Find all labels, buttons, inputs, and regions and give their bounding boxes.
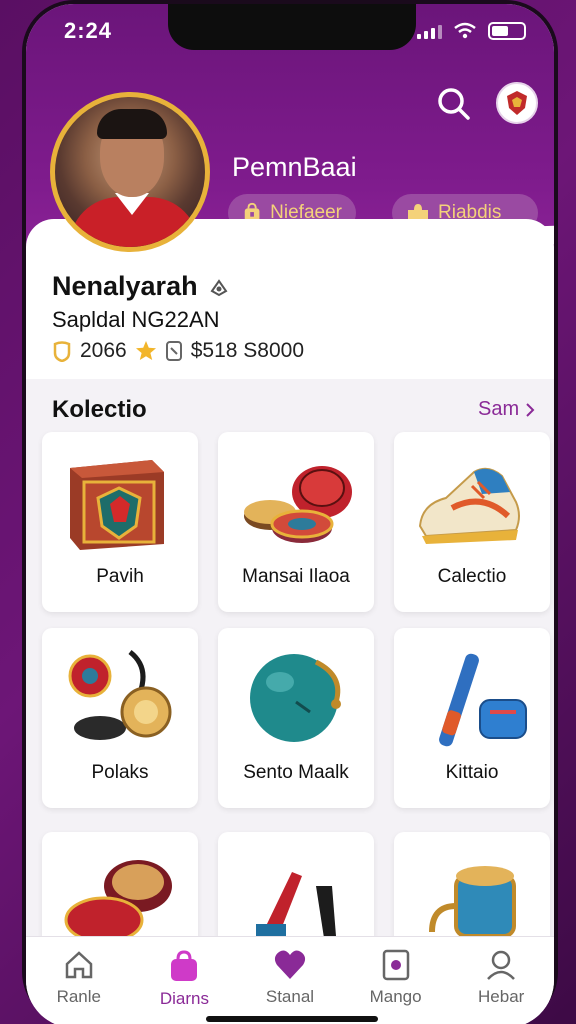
- collection-item-label: Sento Maalk: [243, 762, 349, 783]
- bag-icon: [171, 950, 198, 981]
- player-subtitle: Sapldal NG22AN: [52, 307, 220, 332]
- notch: [168, 4, 416, 50]
- collection-title: Kolectio: [52, 396, 147, 423]
- wifi-icon: [454, 22, 476, 39]
- battery-icon: [488, 22, 526, 40]
- tab-bag[interactable]: Diarns: [132, 937, 238, 1024]
- avatar[interactable]: [50, 92, 210, 252]
- stat-value: $518 S8000: [190, 339, 304, 362]
- ball-icon: [250, 654, 341, 742]
- collection-card-box[interactable]: Pavih: [42, 432, 198, 612]
- tab-home[interactable]: Ranle: [26, 937, 132, 1024]
- home-icon: [65, 951, 93, 979]
- sneaker-icon: [418, 467, 520, 544]
- tab-cards[interactable]: Mango: [343, 937, 449, 1024]
- status-time: 2:24: [64, 18, 113, 43]
- team-name: PemnBaai: [232, 152, 357, 182]
- search-icon: [438, 88, 470, 120]
- phone-frame: 2:24 PemnBaai Niefaeer Riabdis Nenalyara…: [22, 0, 558, 1024]
- collection-card-ball[interactable]: Sento Maalk: [218, 628, 374, 808]
- collection-card-boot[interactable]: Calectio: [394, 432, 550, 612]
- tab-label: Diarns: [159, 989, 209, 1008]
- collection-item-label: Pavih: [96, 566, 144, 587]
- bottom-tab-bar: Ranle Diarns Stanal Mango Hebar: [26, 936, 554, 1024]
- tab-label: Mango: [369, 987, 422, 1006]
- shield-icon: [53, 341, 71, 362]
- tab-label: Stanal: [265, 987, 315, 1006]
- home-indicator[interactable]: [206, 1016, 378, 1022]
- torch-icon: [439, 653, 527, 747]
- verified-icon: [210, 279, 228, 297]
- tab-favorites[interactable]: Stanal: [237, 937, 343, 1024]
- collection-item-label: Polaks: [91, 762, 149, 783]
- tab-profile[interactable]: Hebar: [448, 937, 554, 1024]
- stat-count: 2066: [80, 339, 127, 362]
- crest-box-icon: [70, 460, 164, 550]
- player-name: Nenalyarah: [52, 271, 198, 301]
- heart-icon: [274, 950, 306, 979]
- star-icon: [135, 341, 156, 360]
- card-icon: [382, 949, 409, 981]
- card-icon: [165, 341, 182, 361]
- tab-label: Ranle: [56, 987, 101, 1006]
- collection-card-coins[interactable]: Mansai Ilaoa: [218, 432, 374, 612]
- collection-item-label: Calectio: [437, 566, 507, 587]
- status-icons: [417, 22, 526, 40]
- chevron-right-icon: [526, 402, 535, 417]
- team-crest-icon: [507, 91, 527, 115]
- app-screen: 2:24 PemnBaai Niefaeer Riabdis Nenalyara…: [26, 4, 554, 1024]
- see-all-link[interactable]: Sam: [478, 398, 535, 421]
- medals-icon: [68, 650, 172, 740]
- tab-label: Hebar: [478, 987, 525, 1006]
- signal-icon: [417, 23, 442, 39]
- profile-icon: [487, 950, 516, 980]
- collection-card-medals[interactable]: Polaks: [42, 628, 198, 808]
- collection-item-label: Mansai Ilaoa: [242, 566, 350, 587]
- coins-icon: [244, 466, 352, 543]
- collection-item-label: Kittaio: [445, 762, 499, 783]
- team-badge-button[interactable]: [496, 82, 538, 124]
- search-button[interactable]: [434, 84, 474, 124]
- see-all-label: Sam: [478, 398, 520, 420]
- player-stats: 2066 $518 S8000: [52, 339, 304, 363]
- collection-card-kit[interactable]: Kittaio: [394, 628, 550, 808]
